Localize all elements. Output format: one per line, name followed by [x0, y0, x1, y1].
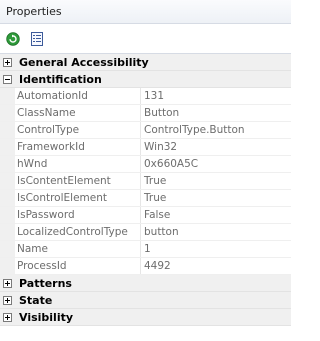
- property-grid: General Accessibility Identification Aut…: [0, 54, 291, 326]
- property-value[interactable]: True: [141, 173, 291, 189]
- category-label: General Accessibility: [19, 55, 149, 69]
- property-name: ControlType: [15, 122, 141, 138]
- toolbar: [0, 24, 291, 54]
- category-visibility[interactable]: Visibility: [0, 309, 291, 326]
- property-name: IsContentElement: [15, 173, 141, 189]
- property-name: LocalizedControlType: [15, 224, 141, 240]
- property-name: Name: [15, 241, 141, 257]
- expand-icon[interactable]: [3, 278, 12, 288]
- property-row-iscontentelement[interactable]: IsContentElement True: [0, 173, 291, 190]
- category-label: State: [19, 293, 53, 307]
- property-row-localizedcontroltype[interactable]: LocalizedControlType button: [0, 224, 291, 241]
- property-value[interactable]: False: [141, 207, 291, 223]
- property-name: AutomationId: [15, 88, 141, 104]
- property-row-ispassword[interactable]: IsPassword False: [0, 207, 291, 224]
- property-name: ClassName: [15, 105, 141, 121]
- refresh-button[interactable]: [4, 30, 22, 48]
- property-row-name[interactable]: Name 1: [0, 241, 291, 258]
- collapse-icon[interactable]: [3, 74, 12, 84]
- property-pages-icon: [31, 31, 43, 46]
- property-value[interactable]: Win32: [141, 139, 291, 155]
- property-value[interactable]: button: [141, 224, 291, 240]
- expand-icon[interactable]: [3, 312, 12, 322]
- category-general-accessibility[interactable]: General Accessibility: [0, 54, 291, 71]
- refresh-icon: [6, 31, 20, 46]
- property-row-controltype[interactable]: ControlType ControlType.Button: [0, 122, 291, 139]
- property-row-iscontrolelement[interactable]: IsControlElement True: [0, 190, 291, 207]
- property-value[interactable]: ControlType.Button: [141, 122, 291, 138]
- property-pages-button[interactable]: [28, 30, 46, 48]
- property-row-automationid[interactable]: AutomationId 131: [0, 88, 291, 105]
- property-row-classname[interactable]: ClassName Button: [0, 105, 291, 122]
- property-row-frameworkid[interactable]: FrameworkId Win32: [0, 139, 291, 156]
- property-value[interactable]: Button: [141, 105, 291, 121]
- expand-icon[interactable]: [3, 295, 12, 305]
- property-name: hWnd: [15, 156, 141, 172]
- property-name: IsControlElement: [15, 190, 141, 206]
- property-value[interactable]: 0x660A5C: [141, 156, 291, 172]
- property-name: FrameworkId: [15, 139, 141, 155]
- property-row-processid[interactable]: ProcessId 4492: [0, 258, 291, 275]
- category-state[interactable]: State: [0, 292, 291, 309]
- panel-title: Properties: [0, 0, 291, 24]
- property-value[interactable]: 1: [141, 241, 291, 257]
- properties-panel: Properties General Accessibility Identif…: [0, 0, 291, 341]
- property-name: IsPassword: [15, 207, 141, 223]
- property-value[interactable]: True: [141, 190, 291, 206]
- property-name: ProcessId: [15, 258, 141, 274]
- category-identification[interactable]: Identification: [0, 71, 291, 88]
- category-patterns[interactable]: Patterns: [0, 275, 291, 292]
- property-value[interactable]: 131: [141, 88, 291, 104]
- expand-icon[interactable]: [3, 57, 12, 67]
- category-label: Patterns: [19, 276, 72, 290]
- category-label: Visibility: [19, 310, 74, 324]
- category-label: Identification: [19, 72, 102, 86]
- property-value[interactable]: 4492: [141, 258, 291, 274]
- property-row-hwnd[interactable]: hWnd 0x660A5C: [0, 156, 291, 173]
